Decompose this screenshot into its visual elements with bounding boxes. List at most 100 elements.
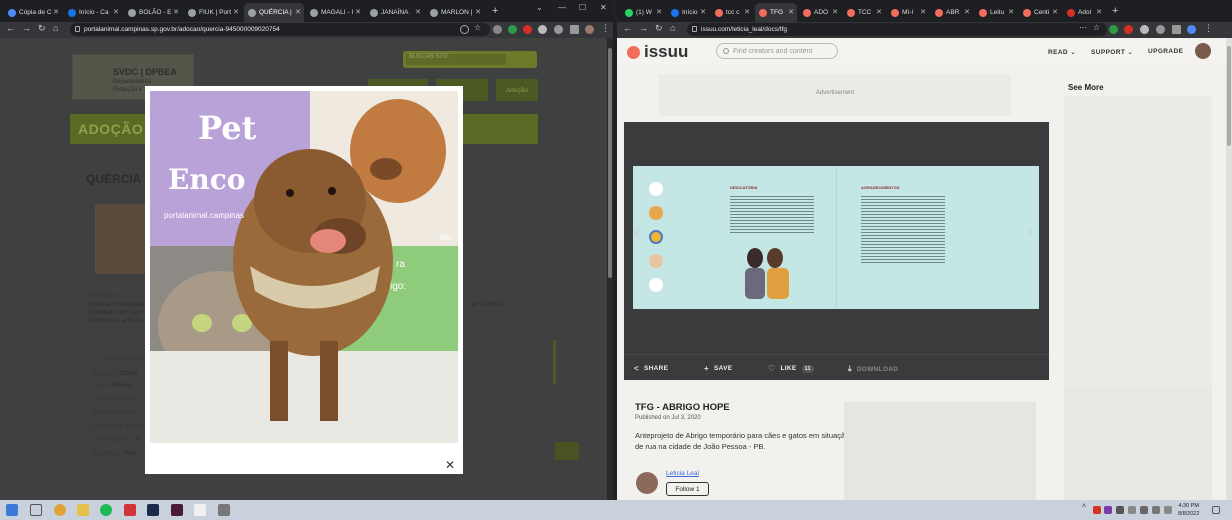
adblock-icon[interactable]: [523, 25, 532, 34]
left-page-scrollbar[interactable]: [607, 38, 613, 500]
home-icon[interactable]: ⌂: [670, 23, 675, 33]
tab-close-icon[interactable]: ✕: [788, 8, 794, 16]
tab-close-icon[interactable]: ✕: [964, 8, 970, 16]
right-page-scrollbar[interactable]: [1226, 38, 1232, 500]
right-tab-5[interactable]: TCC ✕: [843, 3, 885, 22]
right-tab-4[interactable]: ADO ✕: [799, 3, 841, 22]
tab-close-icon[interactable]: ✕: [920, 8, 926, 16]
scrollbar-thumb[interactable]: [608, 48, 612, 278]
right-tab-8[interactable]: Leitu ✕: [975, 3, 1017, 22]
tab-close-icon[interactable]: ✕: [832, 8, 838, 16]
right-tab-6[interactable]: MI-I ✕: [887, 3, 929, 22]
pet-thumbnail[interactable]: [95, 204, 145, 274]
tab-close-icon[interactable]: ✕: [656, 8, 662, 16]
user-avatar[interactable]: [1195, 43, 1211, 59]
follow-button[interactable]: Follow 1: [666, 482, 709, 496]
tab-close-icon[interactable]: ✕: [1008, 8, 1014, 16]
right-tab-10[interactable]: Adol ✕: [1063, 3, 1105, 22]
close-lightbox-icon[interactable]: ✕: [445, 458, 455, 472]
app-icon[interactable]: [218, 504, 230, 516]
document-icon[interactable]: [194, 504, 206, 516]
left-tab-1[interactable]: Início - Ca ✕: [64, 3, 122, 22]
extension-icon[interactable]: [538, 25, 547, 34]
site-search-input[interactable]: BUSCAR SITE: [406, 54, 506, 65]
menu-dots-icon[interactable]: ⋮: [1204, 23, 1213, 34]
left-tab-0[interactable]: Cópia de C ✕: [4, 3, 62, 22]
tray-app-icon[interactable]: [1104, 506, 1112, 514]
tray-app-icon[interactable]: [1093, 506, 1101, 514]
task-view-icon[interactable]: [30, 504, 42, 516]
right-tab-2[interactable]: tcc c ✕: [711, 3, 753, 22]
minimize-icon[interactable]: —: [558, 3, 566, 12]
tab-close-icon[interactable]: ✕: [876, 8, 882, 16]
nav-upgrade[interactable]: UPGRADE: [1148, 48, 1183, 55]
forward-icon[interactable]: →: [22, 23, 31, 33]
extension-icon[interactable]: [508, 25, 517, 34]
previous-page-icon[interactable]: ‹: [634, 222, 640, 243]
start-windows-icon[interactable]: [6, 504, 18, 516]
left-tab-2[interactable]: BOLÃO - E ✕: [124, 3, 182, 22]
tab-close-icon[interactable]: ✕: [744, 8, 750, 16]
side-panel-icon[interactable]: [1172, 25, 1181, 34]
see-more-link[interactable]: See More: [1068, 83, 1104, 92]
chrome-icon[interactable]: [54, 504, 66, 516]
share-icon[interactable]: [460, 25, 469, 34]
back-icon[interactable]: ←: [623, 23, 632, 33]
document-spread[interactable]: DEDICATÓRIA AGRADECIMENTOS: [633, 166, 1039, 309]
tab-close-icon[interactable]: ✕: [173, 8, 179, 16]
bookmark-star-icon[interactable]: ☆: [474, 23, 483, 32]
tab-close-icon[interactable]: ✕: [700, 8, 706, 16]
left-tab-4-active[interactable]: QUÉRCIA | ✕: [244, 3, 304, 22]
puzzle-icon[interactable]: [1156, 25, 1165, 34]
reload-icon[interactable]: ↻: [38, 23, 46, 34]
right-tab-9[interactable]: Centi ✕: [1019, 3, 1061, 22]
site-nav-adocao[interactable]: Adoção: [496, 79, 538, 101]
right-tab-0[interactable]: (1) W ✕: [621, 3, 665, 22]
system-clock[interactable]: 4:30 PM 8/8/2022: [1178, 502, 1199, 518]
adblock-icon[interactable]: [1124, 25, 1133, 34]
profile-avatar[interactable]: [585, 25, 594, 34]
share-icon[interactable]: ⋯: [1079, 23, 1088, 32]
tab-close-icon[interactable]: ✕: [415, 8, 421, 16]
spotify-icon[interactable]: [100, 504, 112, 516]
tab-close-icon[interactable]: ✕: [113, 8, 119, 16]
notifications-icon[interactable]: [1212, 506, 1220, 514]
puzzle-icon[interactable]: [554, 25, 563, 34]
address-bar[interactable]: issuu.com/leticia_leal/docs/tfg: [687, 23, 1107, 36]
back-icon[interactable]: ←: [6, 23, 15, 33]
right-tab-7[interactable]: ABR ✕: [931, 3, 973, 22]
download-button[interactable]: ⤓ DOWNLOAD: [848, 364, 898, 374]
share-button[interactable]: < SHARE: [634, 364, 668, 373]
file-explorer-icon[interactable]: [77, 504, 89, 516]
tab-close-icon[interactable]: ✕: [1052, 8, 1058, 16]
nav-read[interactable]: READ ⌄: [1048, 48, 1076, 56]
author-avatar[interactable]: [636, 472, 658, 494]
reload-icon[interactable]: ↻: [655, 23, 663, 34]
app-icon[interactable]: [124, 504, 136, 516]
tray-app-icon[interactable]: [1116, 506, 1124, 514]
like-button[interactable]: ♡ LIKE 11: [768, 364, 814, 373]
new-tab-icon[interactable]: +: [1112, 5, 1118, 17]
tab-close-icon[interactable]: ✕: [233, 8, 239, 16]
home-icon[interactable]: ⌂: [53, 23, 58, 33]
menu-dots-icon[interactable]: ⋮: [601, 23, 610, 34]
left-tab-5[interactable]: MAGALI - I ✕: [306, 3, 364, 22]
next-page-icon[interactable]: ›: [1027, 222, 1033, 243]
issuu-search-input[interactable]: Find creators and content: [716, 43, 838, 59]
network-icon[interactable]: [1140, 506, 1148, 514]
extension-icon[interactable]: [1140, 25, 1149, 34]
left-tab-3[interactable]: FIUK | Port ✕: [184, 3, 242, 22]
address-bar[interactable]: portalanimal.campinas.sp.gov.br/adocao/q…: [70, 23, 490, 36]
right-tab-3-active[interactable]: TFG ✕: [755, 3, 797, 22]
volume-icon[interactable]: [1152, 506, 1160, 514]
left-tab-7[interactable]: MARLON | ✕: [426, 3, 484, 22]
tab-close-icon[interactable]: ✕: [355, 8, 361, 16]
bookmark-star-icon[interactable]: ☆: [1093, 23, 1102, 32]
extension-icon[interactable]: [493, 25, 502, 34]
nav-support[interactable]: SUPPORT ⌄: [1091, 48, 1133, 56]
tray-chevron-icon[interactable]: ˄: [1082, 503, 1090, 511]
side-panel-icon[interactable]: [570, 25, 579, 34]
new-tab-icon[interactable]: +: [492, 5, 498, 17]
pen-icon[interactable]: [1164, 506, 1172, 514]
profile-avatar[interactable]: [1187, 25, 1196, 34]
